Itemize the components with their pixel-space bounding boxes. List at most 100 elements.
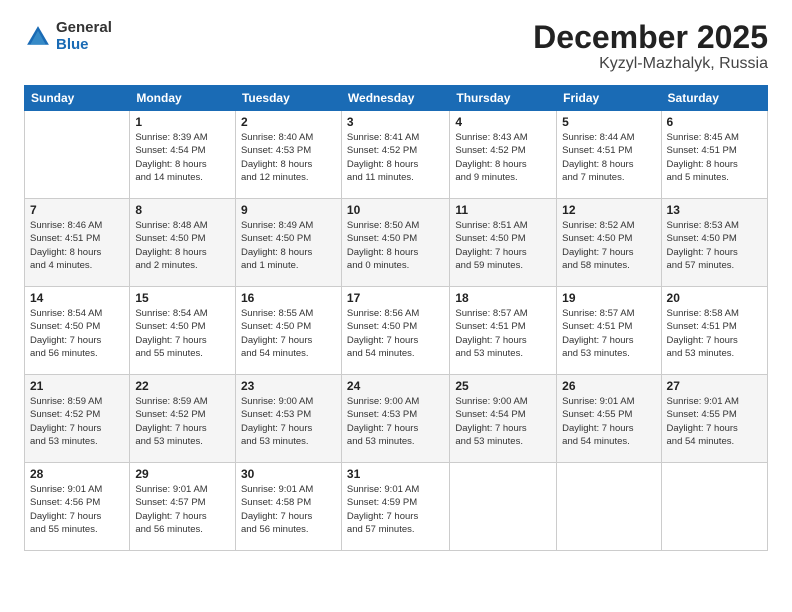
calendar-cell — [25, 111, 130, 199]
calendar-cell: 14 Sunrise: 8:54 AM Sunset: 4:50 PM Dayli… — [25, 287, 130, 375]
calendar-cell: 10 Sunrise: 8:50 AM Sunset: 4:50 PM Dayli… — [341, 199, 449, 287]
title-block: December 2025 Kyzyl-Mazhalyk, Russia — [533, 20, 768, 73]
day-number: 21 — [30, 379, 124, 393]
calendar-cell: 21 Sunrise: 8:59 AM Sunset: 4:52 PM Dayli… — [25, 375, 130, 463]
calendar-cell — [450, 463, 557, 551]
calendar-cell: 11 Sunrise: 8:51 AM Sunset: 4:50 PM Dayli… — [450, 199, 557, 287]
day-number: 3 — [347, 115, 444, 129]
calendar-cell: 8 Sunrise: 8:48 AM Sunset: 4:50 PM Daylig… — [130, 199, 236, 287]
day-number: 19 — [562, 291, 655, 305]
day-info: Sunrise: 9:01 AM Sunset: 4:56 PM Dayligh… — [30, 483, 124, 536]
day-info: Sunrise: 8:45 AM Sunset: 4:51 PM Dayligh… — [667, 131, 762, 184]
day-number: 29 — [135, 467, 230, 481]
day-number: 8 — [135, 203, 230, 217]
day-info: Sunrise: 8:56 AM Sunset: 4:50 PM Dayligh… — [347, 307, 444, 360]
day-number: 4 — [455, 115, 551, 129]
day-number: 10 — [347, 203, 444, 217]
logo-general-label: General — [56, 20, 112, 37]
day-number: 7 — [30, 203, 124, 217]
logo-blue-label: Blue — [56, 37, 112, 54]
day-info: Sunrise: 8:59 AM Sunset: 4:52 PM Dayligh… — [30, 395, 124, 448]
calendar-cell: 5 Sunrise: 8:44 AM Sunset: 4:51 PM Daylig… — [557, 111, 661, 199]
day-info: Sunrise: 8:54 AM Sunset: 4:50 PM Dayligh… — [135, 307, 230, 360]
calendar-cell — [661, 463, 767, 551]
col-header-friday: Friday — [557, 86, 661, 111]
day-info: Sunrise: 9:00 AM Sunset: 4:53 PM Dayligh… — [241, 395, 336, 448]
day-info: Sunrise: 8:46 AM Sunset: 4:51 PM Dayligh… — [30, 219, 124, 272]
day-info: Sunrise: 8:52 AM Sunset: 4:50 PM Dayligh… — [562, 219, 655, 272]
day-number: 13 — [667, 203, 762, 217]
calendar-cell: 24Sunrise: 9:00 AM Sunset: 4:53 PM Dayli… — [341, 375, 449, 463]
col-header-sunday: Sunday — [25, 86, 130, 111]
day-number: 6 — [667, 115, 762, 129]
day-number: 16 — [241, 291, 336, 305]
calendar-cell: 12 Sunrise: 8:52 AM Sunset: 4:50 PM Dayli… — [557, 199, 661, 287]
calendar-week-row: 21 Sunrise: 8:59 AM Sunset: 4:52 PM Dayli… — [25, 375, 768, 463]
day-number: 23 — [241, 379, 336, 393]
day-info: Sunrise: 9:00 AM Sunset: 4:53 PM Dayligh… — [347, 395, 444, 448]
day-number: 25 — [455, 379, 551, 393]
calendar-week-row: 7 Sunrise: 8:46 AM Sunset: 4:51 PM Daylig… — [25, 199, 768, 287]
day-info: Sunrise: 8:49 AM Sunset: 4:50 PM Dayligh… — [241, 219, 336, 272]
calendar-cell: 28 Sunrise: 9:01 AM Sunset: 4:56 PM Dayli… — [25, 463, 130, 551]
calendar-cell: 23 Sunrise: 9:00 AM Sunset: 4:53 PM Dayli… — [235, 375, 341, 463]
day-info: Sunrise: 8:50 AM Sunset: 4:50 PM Dayligh… — [347, 219, 444, 272]
calendar-week-row: 28 Sunrise: 9:01 AM Sunset: 4:56 PM Dayli… — [25, 463, 768, 551]
day-info: Sunrise: 9:01 AM Sunset: 4:55 PM Dayligh… — [562, 395, 655, 448]
calendar-cell: 1 Sunrise: 8:39 AM Sunset: 4:54 PM Daylig… — [130, 111, 236, 199]
calendar-cell: 2 Sunrise: 8:40 AM Sunset: 4:53 PM Daylig… — [235, 111, 341, 199]
day-number: 18 — [455, 291, 551, 305]
calendar-cell: 3Sunrise: 8:41 AM Sunset: 4:52 PM Daylig… — [341, 111, 449, 199]
day-number: 20 — [667, 291, 762, 305]
calendar-cell — [557, 463, 661, 551]
logo-icon — [24, 23, 52, 51]
calendar-cell: 22 Sunrise: 8:59 AM Sunset: 4:52 PM Dayli… — [130, 375, 236, 463]
day-number: 1 — [135, 115, 230, 129]
calendar-cell: 4Sunrise: 8:43 AM Sunset: 4:52 PM Daylig… — [450, 111, 557, 199]
day-info: Sunrise: 8:51 AM Sunset: 4:50 PM Dayligh… — [455, 219, 551, 272]
col-header-saturday: Saturday — [661, 86, 767, 111]
calendar-cell: 16 Sunrise: 8:55 AM Sunset: 4:50 PM Dayli… — [235, 287, 341, 375]
day-info: Sunrise: 8:57 AM Sunset: 4:51 PM Dayligh… — [562, 307, 655, 360]
header: General Blue December 2025 Kyzyl-Mazhaly… — [24, 20, 768, 73]
day-number: 28 — [30, 467, 124, 481]
logo: General Blue — [24, 20, 112, 53]
day-number: 17 — [347, 291, 444, 305]
page: General Blue December 2025 Kyzyl-Mazhaly… — [0, 0, 792, 612]
calendar-cell: 6 Sunrise: 8:45 AM Sunset: 4:51 PM Daylig… — [661, 111, 767, 199]
calendar-cell: 9 Sunrise: 8:49 AM Sunset: 4:50 PM Daylig… — [235, 199, 341, 287]
day-info: Sunrise: 8:55 AM Sunset: 4:50 PM Dayligh… — [241, 307, 336, 360]
day-info: Sunrise: 8:59 AM Sunset: 4:52 PM Dayligh… — [135, 395, 230, 448]
day-info: Sunrise: 8:39 AM Sunset: 4:54 PM Dayligh… — [135, 131, 230, 184]
day-info: Sunrise: 9:01 AM Sunset: 4:57 PM Dayligh… — [135, 483, 230, 536]
day-number: 12 — [562, 203, 655, 217]
calendar-cell: 15Sunrise: 8:54 AM Sunset: 4:50 PM Dayli… — [130, 287, 236, 375]
calendar-table: SundayMondayTuesdayWednesdayThursdayFrid… — [24, 85, 768, 551]
calendar-cell: 29 Sunrise: 9:01 AM Sunset: 4:57 PM Dayli… — [130, 463, 236, 551]
calendar-cell: 17 Sunrise: 8:56 AM Sunset: 4:50 PM Dayli… — [341, 287, 449, 375]
day-number: 22 — [135, 379, 230, 393]
day-number: 5 — [562, 115, 655, 129]
col-header-thursday: Thursday — [450, 86, 557, 111]
calendar-cell: 13Sunrise: 8:53 AM Sunset: 4:50 PM Dayli… — [661, 199, 767, 287]
day-info: Sunrise: 8:58 AM Sunset: 4:51 PM Dayligh… — [667, 307, 762, 360]
day-number: 14 — [30, 291, 124, 305]
calendar-cell: 25Sunrise: 9:00 AM Sunset: 4:54 PM Dayli… — [450, 375, 557, 463]
day-info: Sunrise: 8:48 AM Sunset: 4:50 PM Dayligh… — [135, 219, 230, 272]
calendar-week-row: 1 Sunrise: 8:39 AM Sunset: 4:54 PM Daylig… — [25, 111, 768, 199]
calendar-week-row: 14 Sunrise: 8:54 AM Sunset: 4:50 PM Dayli… — [25, 287, 768, 375]
day-info: Sunrise: 9:01 AM Sunset: 4:58 PM Dayligh… — [241, 483, 336, 536]
day-number: 9 — [241, 203, 336, 217]
calendar-cell: 19 Sunrise: 8:57 AM Sunset: 4:51 PM Dayli… — [557, 287, 661, 375]
day-number: 27 — [667, 379, 762, 393]
col-header-wednesday: Wednesday — [341, 86, 449, 111]
day-number: 31 — [347, 467, 444, 481]
day-info: Sunrise: 8:40 AM Sunset: 4:53 PM Dayligh… — [241, 131, 336, 184]
day-number: 11 — [455, 203, 551, 217]
month-title: December 2025 — [533, 20, 768, 55]
day-info: Sunrise: 8:54 AM Sunset: 4:50 PM Dayligh… — [30, 307, 124, 360]
day-info: Sunrise: 8:44 AM Sunset: 4:51 PM Dayligh… — [562, 131, 655, 184]
day-number: 2 — [241, 115, 336, 129]
day-number: 26 — [562, 379, 655, 393]
calendar-cell: 26 Sunrise: 9:01 AM Sunset: 4:55 PM Dayli… — [557, 375, 661, 463]
